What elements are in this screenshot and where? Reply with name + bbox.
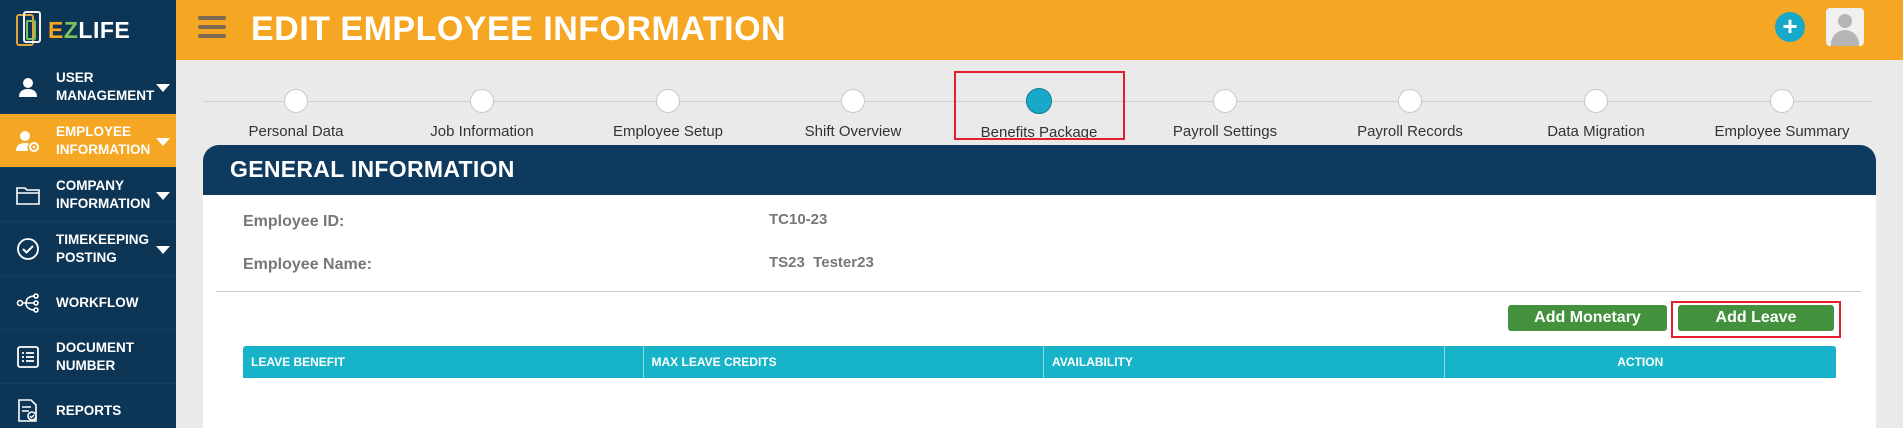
chevron-down-icon	[156, 138, 170, 146]
sidebar-item-employee-information[interactable]: EMPLOYEE INFORMATION	[0, 114, 176, 168]
step-shift-overview[interactable]: Shift Overview	[760, 84, 946, 140]
workflow-icon	[0, 292, 56, 313]
column-leave-benefit: LEAVE BENEFIT	[243, 346, 644, 378]
sidebar-item-label: WORKFLOW	[56, 294, 139, 310]
step-label: Personal Data	[248, 123, 344, 140]
list-icon	[0, 345, 56, 368]
sidebar-item-document-number[interactable]: DOCUMENT NUMBER	[0, 330, 176, 384]
step-dot	[1213, 89, 1237, 113]
step-label: Payroll Settings	[1172, 123, 1278, 140]
step-label: Employee Summary	[1714, 123, 1850, 140]
hamburger-menu-icon[interactable]	[198, 16, 226, 42]
sidebar: EZLIFE USER MANAGEMENT EMPLOYEE INFORMAT…	[0, 0, 176, 428]
employee-name-label: Employee Name:	[243, 256, 372, 273]
step-label: Shift Overview	[804, 123, 902, 140]
step-label: Job Information	[430, 123, 534, 140]
sidebar-item-label: DOCUMENT NUMBER	[56, 339, 134, 373]
step-payroll-records[interactable]: Payroll Records	[1317, 84, 1503, 140]
chevron-down-icon	[156, 246, 170, 254]
sidebar-item-label: COMPANY INFORMATION	[56, 177, 151, 211]
employee-name-value: TS23 Tester23	[769, 254, 874, 271]
employee-settings-icon	[0, 130, 56, 152]
chevron-down-icon	[156, 84, 170, 92]
step-dot	[1398, 89, 1422, 113]
logo-text: EZLIFE	[48, 16, 131, 43]
sidebar-item-label: TIMEKEEPING POSTING	[56, 231, 150, 265]
sidebar-item-company-information[interactable]: COMPANY INFORMATION	[0, 168, 176, 222]
step-dot	[284, 89, 308, 113]
add-circle-icon[interactable]: +	[1775, 12, 1805, 42]
sidebar-item-label: USER MANAGEMENT	[56, 69, 155, 103]
avatar[interactable]	[1826, 8, 1864, 46]
step-data-migration[interactable]: Data Migration	[1503, 84, 1689, 140]
check-circle-icon	[0, 237, 56, 261]
leave-table-header: LEAVE BENEFIT MAX LEAVE CREDITS AVAILABI…	[243, 346, 1836, 378]
step-employee-setup[interactable]: Employee Setup	[575, 84, 761, 140]
step-dot	[1770, 89, 1794, 113]
highlight-box-benefits	[954, 71, 1125, 140]
step-label: Employee Setup	[612, 123, 724, 140]
column-max-leave-credits: MAX LEAVE CREDITS	[644, 346, 1044, 378]
column-availability: AVAILABILITY	[1044, 346, 1445, 378]
section-divider	[216, 291, 1861, 292]
step-dot	[656, 89, 680, 113]
step-dot	[470, 89, 494, 113]
column-action: ACTION	[1617, 355, 1664, 369]
sidebar-item-timekeeping-posting[interactable]: TIMEKEEPING POSTING	[0, 222, 176, 276]
sidebar-item-label: REPORTS	[56, 402, 122, 418]
app-logo[interactable]: EZLIFE	[0, 0, 176, 60]
add-monetary-button[interactable]: Add Monetary	[1508, 305, 1667, 331]
step-personal-data[interactable]: Personal Data	[203, 84, 389, 140]
logo-mark-icon	[14, 10, 44, 50]
general-information-header: GENERAL INFORMATION	[203, 145, 1876, 195]
sidebar-item-reports[interactable]: REPORTS	[0, 384, 176, 428]
step-label: Data Migration	[1547, 123, 1645, 140]
sidebar-item-user-management[interactable]: USER MANAGEMENT	[0, 60, 176, 114]
sidebar-item-workflow[interactable]: WORKFLOW	[0, 276, 176, 330]
step-employee-summary[interactable]: Employee Summary	[1689, 84, 1875, 140]
report-icon	[0, 398, 56, 423]
step-job-information[interactable]: Job Information	[389, 84, 575, 140]
highlight-box-add-leave	[1671, 301, 1841, 338]
step-dot	[841, 89, 865, 113]
sidebar-item-label: EMPLOYEE INFORMATION	[56, 123, 151, 157]
user-icon	[0, 76, 56, 98]
top-bar: EDIT EMPLOYEE INFORMATION +	[176, 0, 1903, 60]
step-dot	[1584, 89, 1608, 113]
employee-id-label: Employee ID:	[243, 213, 345, 230]
folder-icon	[0, 185, 56, 205]
step-payroll-settings[interactable]: Payroll Settings	[1132, 84, 1318, 140]
chevron-down-icon	[156, 192, 170, 200]
page-title: EDIT EMPLOYEE INFORMATION	[251, 10, 787, 48]
step-label: Payroll Records	[1357, 123, 1463, 140]
employee-id-value: TC10-23	[769, 211, 828, 228]
general-information-panel: Employee ID: TC10-23 Employee Name: TS23…	[203, 195, 1876, 428]
